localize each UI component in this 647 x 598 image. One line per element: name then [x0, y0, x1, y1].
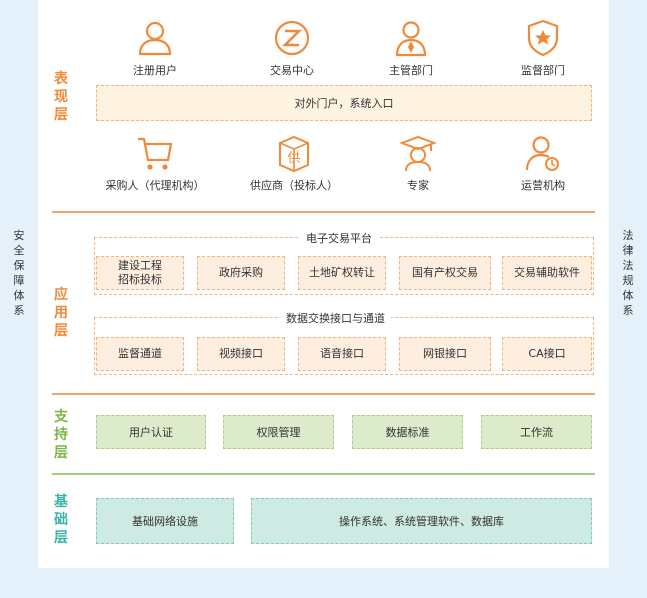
exchange-z-icon: [274, 20, 310, 56]
platform-item-label: 国有产权交易: [412, 266, 478, 279]
icon-label: 交易中心: [270, 64, 314, 77]
interface-item-ca[interactable]: CA接口: [502, 337, 592, 371]
support-item-label: 工作流: [520, 426, 553, 439]
support-item-user-auth[interactable]: 用户认证: [96, 415, 206, 449]
icon-label: 供应商（投标人）: [250, 179, 338, 192]
interface-item-label: 语音接口: [320, 347, 364, 360]
support-item-label: 权限管理: [256, 426, 301, 439]
icon-item-supervision-dept[interactable]: 监督部门: [493, 18, 593, 78]
icon-item-expert[interactable]: 专家: [368, 133, 468, 193]
interface-item-label: 网银接口: [423, 347, 467, 360]
foundation-item-network[interactable]: 基础网络设施: [96, 498, 234, 544]
application-layer-title: 应用层: [54, 287, 68, 339]
platform-item-land-mining[interactable]: 土地矿权转让: [298, 256, 386, 290]
supplier-box-icon: 供: [279, 135, 309, 173]
icon-label: 专家: [407, 179, 429, 192]
icon-item-operator[interactable]: 运营机构: [493, 133, 593, 193]
bottom-band: [0, 568, 647, 598]
platform-item-label: 交易辅助软件: [514, 266, 580, 279]
icon-label: 运营机构: [521, 179, 565, 192]
icon-label: 注册用户: [133, 64, 177, 77]
icon-label: 采购人（代理机构）: [105, 179, 205, 192]
interface-item-label: CA接口: [528, 347, 566, 360]
platform-item-label: 政府采购: [219, 266, 263, 279]
presentation-layer-title: 表现层: [54, 71, 68, 123]
icon-label: 监督部门: [521, 64, 565, 77]
platform-item-trading-aid[interactable]: 交易辅助软件: [502, 256, 592, 290]
interface-group-label: 数据交换接口与通道: [280, 310, 391, 326]
platform-item-label: 土地矿权转让: [309, 266, 375, 279]
svg-text:供: 供: [287, 151, 300, 166]
platform-item-gov-procurement[interactable]: 政府采购: [197, 256, 285, 290]
icon-item-competent-dept[interactable]: 主管部门: [361, 18, 461, 78]
divider-application: [52, 393, 595, 395]
platform-group-label: 电子交易平台: [300, 230, 378, 246]
platform-item-state-property[interactable]: 国有产权交易: [399, 256, 491, 290]
shopping-cart-icon: [138, 137, 173, 170]
interface-item-voice[interactable]: 语音接口: [298, 337, 386, 371]
support-item-permission[interactable]: 权限管理: [223, 415, 334, 449]
graduate-cap-icon: [399, 135, 437, 172]
icon-label: 主管部门: [389, 64, 433, 77]
external-portal[interactable]: 对外门户，系统入口: [96, 85, 592, 121]
foundation-item-os-db[interactable]: 操作系统、系统管理软件、数据库: [251, 498, 592, 544]
user-icon: [138, 21, 172, 56]
foundation-layer-title: 基础层: [54, 494, 68, 546]
shield-star-icon: [527, 19, 559, 57]
divider-support: [52, 473, 595, 475]
icon-item-registered-user[interactable]: 注册用户: [105, 18, 205, 78]
support-item-label: 数据标准: [385, 426, 430, 439]
portal-label: 对外门户，系统入口: [294, 97, 394, 110]
legal-system-label: 法律法规体系: [622, 229, 634, 317]
platform-item-label: 建设工程 招标投标: [118, 259, 162, 286]
support-layer-title: 支持层: [54, 409, 68, 461]
support-item-label: 用户认证: [129, 426, 173, 439]
icon-item-purchaser[interactable]: 采购人（代理机构）: [85, 133, 225, 193]
security-system-label: 安全保障体系: [13, 229, 25, 317]
icon-item-trading-center[interactable]: 交易中心: [242, 18, 342, 78]
support-item-data-standard[interactable]: 数据标准: [352, 415, 463, 449]
icon-item-supplier[interactable]: 供 供应商（投标人）: [234, 133, 354, 193]
interface-item-label: 视频接口: [219, 347, 263, 360]
support-item-workflow[interactable]: 工作流: [481, 415, 592, 449]
divider-presentation: [52, 211, 595, 213]
manager-tie-icon: [395, 21, 427, 57]
foundation-item-label: 操作系统、系统管理软件、数据库: [339, 515, 504, 528]
platform-item-construction-bidding[interactable]: 建设工程 招标投标: [96, 256, 184, 290]
interface-item-label: 监督通道: [118, 347, 162, 360]
operator-icon: [525, 136, 559, 171]
foundation-item-label: 基础网络设施: [132, 515, 198, 528]
interface-item-video[interactable]: 视频接口: [197, 337, 285, 371]
interface-item-ebank[interactable]: 网银接口: [399, 337, 491, 371]
interface-item-supervision[interactable]: 监督通道: [96, 337, 184, 371]
